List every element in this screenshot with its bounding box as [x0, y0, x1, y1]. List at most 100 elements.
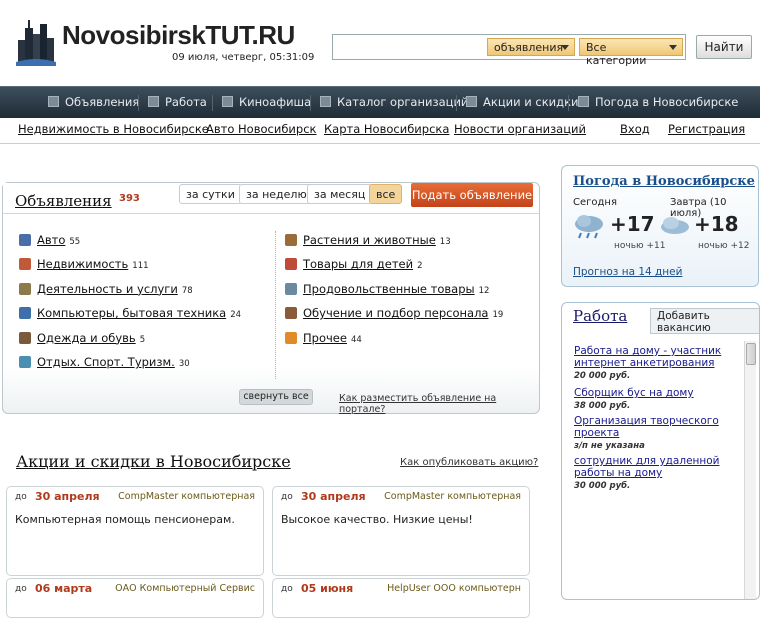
ad-category-count: 111 [132, 261, 149, 272]
how-to-post-link[interactable]: Как разместить объявление на портале? [339, 393, 539, 415]
search-input[interactable] [333, 35, 483, 59]
add-vacancy-button[interactable]: Добавить вакансию [650, 308, 759, 334]
promo-card[interactable]: до 30 апреля CompMaster компьютерная Компью… [6, 486, 264, 576]
promo-text[interactable]: Компьютерная помощь пенсионерам. [15, 513, 235, 526]
nav-item-catalog[interactable]: Каталог организаций [320, 95, 468, 109]
promo-card-header: до 30 апреля CompMaster компьютерная [273, 487, 529, 507]
promo-until-label: до [15, 584, 27, 594]
ad-category-name[interactable]: Товары для детей [303, 257, 413, 271]
job-title[interactable]: сотрудник для удаленной работы на дому [574, 455, 744, 479]
ad-category-count: 19 [492, 310, 504, 321]
travel-icon [19, 356, 31, 368]
nav-divider [310, 95, 311, 111]
ad-category-name[interactable]: Обучение и подбор персонала [303, 306, 488, 320]
column-divider [275, 231, 276, 379]
promo-company[interactable]: ОАО Компьютерный Сервис [115, 583, 255, 594]
sub-nav: Недвижимость в Новосибирске Авто Новосиб… [0, 118, 760, 144]
search-type-label: объявления [494, 41, 564, 54]
ad-category-name[interactable]: Прочее [303, 331, 347, 345]
weather-icon [578, 96, 589, 107]
ad-category[interactable]: Отдых. Спорт. Туризм. 30 [19, 355, 190, 369]
period-week[interactable]: за неделю [239, 184, 314, 204]
promo-card[interactable]: до 06 марта ОАО Компьютерный Сервис [6, 578, 264, 618]
site-logo[interactable]: NovosibirskTUT.RU [62, 20, 295, 51]
subnav-realty[interactable]: Недвижимость в Новосибирске [18, 122, 209, 136]
ad-category[interactable]: Одежда и обувь 5 [19, 331, 145, 345]
ad-category-name[interactable]: Деятельность и услуги [37, 282, 178, 296]
ads-divider [3, 213, 539, 214]
search-box: объявления Все категории [332, 34, 686, 67]
job-title[interactable]: Сборщик бус на дому [574, 387, 744, 399]
period-month[interactable]: за месяц [307, 184, 373, 204]
promo-text[interactable]: Высокое качество. Низкие цены! [281, 513, 473, 526]
promo-until-label: до [15, 492, 27, 502]
ad-category[interactable]: Продовольственные товары 12 [285, 282, 489, 296]
ad-category[interactable]: Обучение и подбор персонала 19 [285, 306, 503, 320]
forecast-14-days-link[interactable]: Прогноз на 14 дней [573, 266, 682, 278]
collapse-all-button[interactable]: свернуть все [239, 389, 313, 405]
promo-company[interactable]: CompMaster компьютерная [118, 491, 255, 502]
nav-item-cinema[interactable]: Киноафиша [222, 95, 311, 109]
promo-card[interactable]: до 30 апреля CompMaster компьютерная Высоко… [272, 486, 530, 576]
ads-title[interactable]: Объявления [15, 192, 112, 210]
ad-category-count: 24 [230, 310, 242, 321]
promos-title[interactable]: Акции и скидки в Новосибирске [16, 452, 291, 471]
ad-category[interactable]: Прочее 44 [285, 331, 362, 345]
ad-category-name[interactable]: Продовольственные товары [303, 282, 475, 296]
ad-category-name[interactable]: Недвижимость [37, 257, 128, 271]
scroll-thumb[interactable] [746, 343, 756, 365]
ad-category[interactable]: Недвижимость 111 [19, 257, 149, 271]
flower-icon [285, 331, 297, 344]
find-button[interactable]: Найти [696, 35, 752, 59]
ad-category-count: 78 [181, 285, 193, 296]
ad-category-name[interactable]: Отдых. Спорт. Туризм. [37, 355, 175, 369]
nav-item-weather[interactable]: Погода в Новосибирске [578, 95, 738, 109]
promo-company[interactable]: HelpUser ООО компьютерн [387, 583, 521, 594]
login-link[interactable]: Вход [620, 122, 650, 136]
ads-count: 393 [119, 193, 140, 204]
folder-icon [320, 96, 331, 107]
nav-item-ads[interactable]: Объявления [48, 95, 139, 109]
ad-category[interactable]: Компьютеры, бытовая техника 24 [19, 306, 241, 320]
toy-icon [285, 258, 297, 271]
nav-divider [456, 95, 457, 111]
promo-card-header: до 06 марта ОАО Компьютерный Сервис [7, 579, 263, 599]
jobs-scrollbar[interactable] [744, 341, 756, 599]
promo-card[interactable]: до 05 июня HelpUser ООО компьютерн [272, 578, 530, 618]
ad-category[interactable]: Растения и животные 13 [285, 233, 451, 247]
ad-category-name[interactable]: Компьютеры, бытовая техника [37, 306, 226, 320]
weather-title[interactable]: Погода в Новосибирске [573, 174, 755, 189]
how-to-publish-promo-link[interactable]: Как опубликовать акцию? [400, 457, 538, 468]
promo-date: 30 апреля [35, 490, 100, 503]
ad-category[interactable]: Деятельность и услуги 78 [19, 282, 193, 296]
ad-category[interactable]: Товары для детей 2 [285, 257, 423, 271]
city-skyline-icon[interactable] [16, 18, 56, 66]
job-title[interactable]: Организация творческого проекта [574, 415, 744, 439]
subnav-auto[interactable]: Авто Новосибирск [206, 122, 316, 136]
weather-widget: Погода в Новосибирске Сегодня Завтра (10… [561, 165, 759, 287]
ad-category[interactable]: Авто 55 [19, 233, 80, 247]
ad-category-name[interactable]: Одежда и обувь [37, 331, 136, 345]
register-link[interactable]: Регистрация [668, 122, 745, 136]
job-title[interactable]: Работа на дому - участник интернет анкет… [574, 345, 744, 369]
ads-panel: Объявления 393 за сутки за неделю за мес… [2, 182, 540, 415]
period-all[interactable]: все [369, 184, 403, 204]
period-day[interactable]: за сутки [179, 184, 242, 204]
search-category-dropdown[interactable]: Все категории [579, 38, 683, 67]
search-type-dropdown[interactable]: объявления [487, 38, 575, 56]
post-ad-button[interactable]: Подать объявление [411, 183, 533, 207]
house-icon [19, 258, 31, 271]
subnav-news[interactable]: Новости организаций [454, 122, 586, 136]
nav-item-jobs[interactable]: Работа [148, 95, 207, 109]
car-icon [19, 234, 31, 246]
subnav-map[interactable]: Карта Новосибирска [324, 122, 449, 136]
nav-item-promos[interactable]: Акции и скидки [466, 95, 579, 109]
tomorrow-night-temp: ночью +12 [698, 241, 750, 251]
promo-company[interactable]: CompMaster компьютерная [384, 491, 521, 502]
ad-category-name[interactable]: Растения и животные [303, 233, 436, 247]
today-label: Сегодня [573, 197, 617, 208]
today-temperature: +17 [610, 212, 655, 236]
jobs-title[interactable]: Работа [573, 307, 627, 325]
ad-category-name[interactable]: Авто [37, 233, 65, 247]
tomorrow-temperature: +18 [694, 212, 739, 236]
